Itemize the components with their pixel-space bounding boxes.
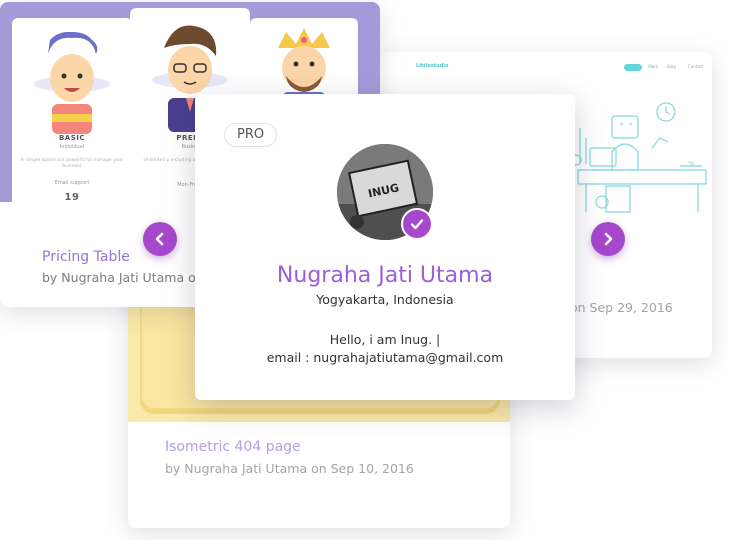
plan-extra: Email support xyxy=(54,180,90,186)
card-meta: by Nugraha Jati Utama on xyxy=(42,270,204,285)
chevron-left-icon xyxy=(155,232,164,246)
svg-text:%: % xyxy=(688,160,695,168)
profile-bio: Hello, i am Inug. | xyxy=(329,332,441,347)
card-title[interactable]: Pricing Table xyxy=(42,249,130,265)
check-icon xyxy=(410,219,424,230)
verified-badge xyxy=(401,208,433,240)
card-title[interactable]: Isometric 404 page xyxy=(165,439,301,455)
plan-price: 19 xyxy=(64,192,80,203)
profile-card: PRO INUG Nugraha Jati Utama Yogyakarta, … xyxy=(195,94,575,400)
profile-location: Yogyakarta, Indonesia xyxy=(316,292,454,307)
profile-email: email : nugrahajatiutama@gmail.com xyxy=(266,350,504,365)
plan-name: BASIC xyxy=(58,134,86,142)
plan-description: A simple option but powerful to manage y… xyxy=(20,158,124,169)
card-meta: on Sep 29, 2016 xyxy=(570,300,673,315)
card-meta: by Nugraha Jati Utama on Sep 10, 2016 xyxy=(165,461,414,476)
profile-name[interactable]: Nugraha Jati Utama xyxy=(195,263,575,288)
plan-basic: BASIC Individual A simple option but pow… xyxy=(12,18,132,218)
plan-subtitle: Individual xyxy=(59,144,85,150)
character-basic-illustration xyxy=(34,32,110,134)
previous-button[interactable] xyxy=(143,222,177,256)
pro-badge: PRO xyxy=(224,123,278,147)
next-button[interactable] xyxy=(591,222,625,256)
chevron-right-icon xyxy=(604,232,613,246)
